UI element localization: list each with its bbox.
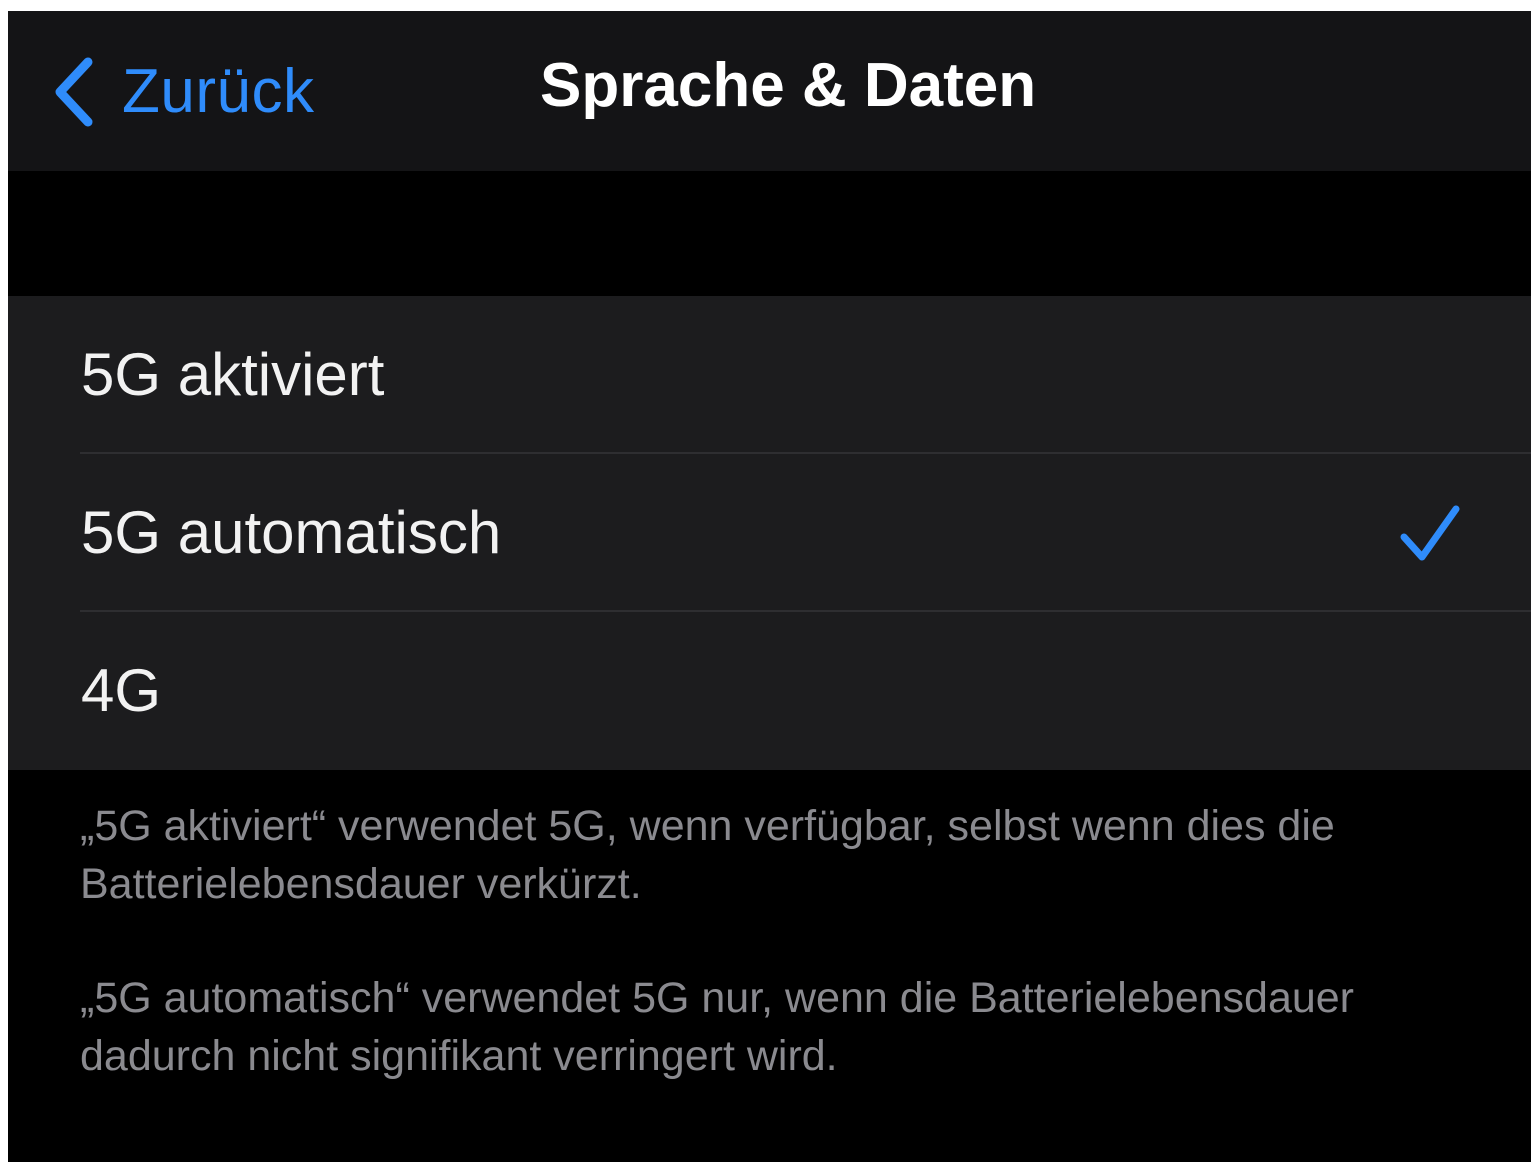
option-label: 5G automatisch xyxy=(81,499,502,566)
settings-screen: Zurück Sprache & Daten 5G aktiviert 5G a… xyxy=(8,11,1531,1162)
option-5g-auto[interactable]: 5G automatisch xyxy=(8,454,1531,612)
back-button[interactable]: Zurück xyxy=(50,49,314,135)
option-label: 4G xyxy=(81,657,162,724)
section-spacer xyxy=(8,171,1531,296)
network-option-list: 5G aktiviert 5G automatisch 4G xyxy=(8,296,1531,770)
navigation-bar: Zurück Sprache & Daten xyxy=(8,11,1531,171)
option-label: 5G aktiviert xyxy=(81,341,385,408)
option-4g[interactable]: 4G xyxy=(8,612,1531,770)
footer-description-5g-auto: „5G automatisch“ verwendet 5G nur, wenn … xyxy=(80,974,1355,1080)
checkmark-icon xyxy=(1400,505,1460,561)
chevron-left-icon xyxy=(55,57,93,127)
page-title: Sprache & Daten xyxy=(540,51,1037,120)
option-5g-on[interactable]: 5G aktiviert xyxy=(8,296,1531,454)
footer-description-5g-on: „5G aktiviert“ verwendet 5G, wenn verfüg… xyxy=(80,802,1335,908)
back-button-label: Zurück xyxy=(122,57,315,126)
